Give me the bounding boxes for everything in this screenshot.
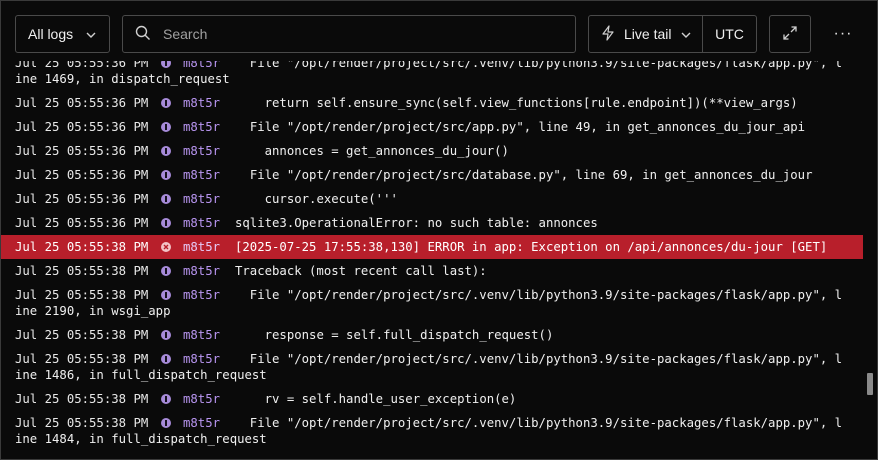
log-timestamp: Jul 25 05:55:38 PM [15,352,149,366]
info-level-icon [157,391,183,407]
log-filter-label: All logs [28,26,74,42]
log-row[interactable]: Jul 25 05:55:36 PM m8t5r return self.ensu… [1,91,863,115]
log-message: return self.ensure_sync(self.view_functi… [235,96,798,110]
chevron-down-icon [680,28,692,44]
log-message: response = self.full_dispatch_request() [235,328,554,342]
log-message: cursor.execute(''' [235,192,398,206]
log-instance-id[interactable]: m8t5r [183,167,235,183]
chevron-down-icon [85,28,97,44]
log-instance-id[interactable]: m8t5r [183,119,235,135]
info-level-icon [157,351,183,367]
log-message: File "/opt/render/project/src/.venv/lib/… [235,416,843,430]
info-level-icon [157,143,183,159]
log-message: rv = self.handle_user_exception(e) [235,392,517,406]
log-message: File "/opt/render/project/src/.venv/lib/… [235,352,843,366]
log-timestamp: Jul 25 05:55:36 PM [15,120,149,134]
info-level-icon [157,61,183,71]
log-row[interactable]: Jul 25 05:55:38 PM m8t5r File "/opt/rende… [1,283,863,323]
log-instance-id[interactable]: m8t5r [183,215,235,231]
search-icon [135,25,151,44]
log-timestamp: Jul 25 05:55:36 PM [15,61,149,70]
lightning-icon [601,24,615,44]
log-row[interactable]: Jul 25 05:55:36 PM m8t5r sqlite3.Operation… [1,211,863,235]
log-instance-id[interactable]: m8t5r [183,391,235,407]
info-level-icon [157,119,183,135]
search-input[interactable]: Search [122,15,576,53]
log-instance-id[interactable]: m8t5r [183,95,235,111]
log-instance-id[interactable]: m8t5r [183,239,235,255]
log-message-continuation: ine 1484, in full_dispatch_request [15,432,267,446]
log-row[interactable]: Jul 25 05:55:38 PM m8t5r File "/opt/rende… [1,411,863,451]
log-instance-id[interactable]: m8t5r [183,143,235,159]
log-row[interactable]: Jul 25 05:55:36 PM m8t5r File "/opt/rende… [1,115,863,139]
log-timestamp: Jul 25 05:55:36 PM [15,96,149,110]
search-placeholder: Search [163,26,208,42]
log-message-continuation: ine 1486, in full_dispatch_request [15,368,267,382]
log-row[interactable]: Jul 25 05:55:38 PM m8t5r File "/opt/rende… [1,347,863,387]
log-instance-id[interactable]: m8t5r [183,287,235,303]
log-toolbar: All logs Search Live tail UTC ··· [1,1,877,67]
log-row[interactable]: Jul 25 05:55:38 PM m8t5r Traceback (most r… [1,259,863,283]
log-message: File "/opt/render/project/src/database.p… [235,168,813,182]
info-level-icon [157,95,183,111]
log-message: annonces = get_annonces_du_jour() [235,144,509,158]
more-icon: ··· [833,25,853,42]
log-message: File "/opt/render/project/src/.venv/lib/… [235,288,843,302]
log-filter-dropdown[interactable]: All logs [15,15,110,53]
log-message: File "/opt/render/project/src/app.py", l… [235,120,806,134]
info-level-icon [157,415,183,431]
log-timestamp: Jul 25 05:55:36 PM [15,144,149,158]
timezone-label: UTC [715,26,744,42]
log-message: File "/opt/render/project/src/.venv/lib/… [235,61,843,70]
live-tail-label: Live tail [624,26,672,42]
info-level-icon [157,263,183,279]
log-message: Traceback (most recent call last): [235,264,487,278]
log-row[interactable]: Jul 25 05:55:36 PM m8t5r annonces = get_a… [1,139,863,163]
log-timestamp: Jul 25 05:55:36 PM [15,192,149,206]
log-row[interactable]: Jul 25 05:55:36 PM m8t5r File "/opt/rende… [1,61,863,91]
log-instance-id[interactable]: m8t5r [183,415,235,431]
log-timestamp: Jul 25 05:55:38 PM [15,240,149,254]
error-level-icon [157,239,183,255]
log-row[interactable]: Jul 25 05:55:36 PM m8t5r File "/opt/rende… [1,163,863,187]
log-instance-id[interactable]: m8t5r [183,327,235,343]
log-row[interactable]: Jul 25 05:55:36 PM m8t5r cursor.execute('… [1,187,863,211]
log-timestamp: Jul 25 05:55:38 PM [15,416,149,430]
log-instance-id[interactable]: m8t5r [183,263,235,279]
scrollbar-thumb[interactable] [867,373,873,395]
info-level-icon [157,191,183,207]
info-level-icon [157,287,183,303]
log-instance-id[interactable]: m8t5r [183,61,235,71]
log-instance-id[interactable]: m8t5r [183,351,235,367]
live-tail-button[interactable]: Live tail [589,16,703,52]
log-row-error[interactable]: Jul 25 05:55:38 PM m8t5r [2025-07-25 17:55… [1,235,863,259]
log-timestamp: Jul 25 05:55:38 PM [15,288,149,302]
info-level-icon [157,215,183,231]
log-message: sqlite3.OperationalError: no such table:… [235,216,598,230]
log-timestamp: Jul 25 05:55:38 PM [15,264,149,278]
log-timestamp: Jul 25 05:55:36 PM [15,216,149,230]
log-message-continuation: ine 1469, in dispatch_request [15,72,230,86]
log-instance-id[interactable]: m8t5r [183,191,235,207]
log-message: [2025-07-25 17:55:38,130] ERROR in app: … [235,240,828,254]
log-timestamp: Jul 25 05:55:38 PM [15,328,149,342]
info-level-icon [157,327,183,343]
live-tail-group: Live tail UTC [588,15,757,53]
log-list: Jul 25 05:55:36 PM m8t5r File "/opt/rende… [1,61,863,459]
log-row[interactable]: Jul 25 05:55:38 PM m8t5r response = self.… [1,323,863,347]
log-message-continuation: ine 2190, in wsgi_app [15,304,171,318]
timezone-button[interactable]: UTC [703,16,756,52]
expand-icon [782,25,798,44]
log-timestamp: Jul 25 05:55:38 PM [15,392,149,406]
fullscreen-button[interactable] [769,15,811,53]
log-viewer: All logs Search Live tail UTC ··· Jul 25… [0,0,878,460]
more-options-button[interactable]: ··· [827,15,859,53]
info-level-icon [157,167,183,183]
log-timestamp: Jul 25 05:55:36 PM [15,168,149,182]
log-row[interactable]: Jul 25 05:55:38 PM m8t5r rv = self.handle… [1,387,863,411]
